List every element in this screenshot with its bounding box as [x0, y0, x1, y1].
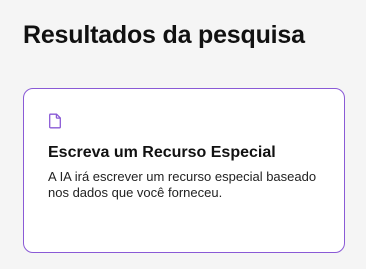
card-description: A IA irá escrever um recurso especial ba… [48, 169, 317, 200]
document-icon [49, 113, 61, 129]
page-title: Resultados da pesquisa [23, 21, 305, 49]
card-title: Escreva um Recurso Especial [48, 144, 276, 161]
result-card-recurso-especial[interactable]: Escreva um Recurso Especial A IA irá esc… [23, 88, 345, 253]
